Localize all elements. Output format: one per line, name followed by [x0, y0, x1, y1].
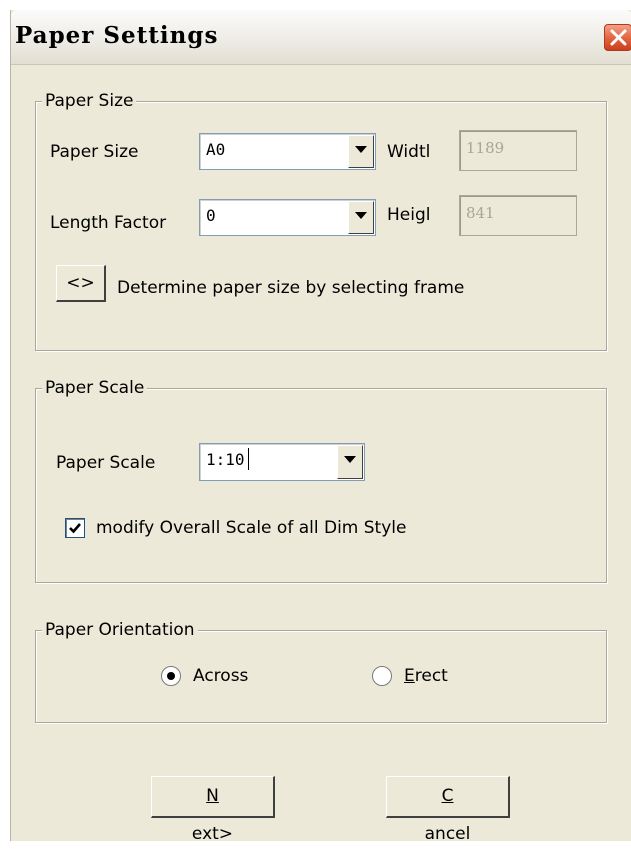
radio-across-label: Across — [193, 666, 249, 686]
select-frame-button[interactable]: <> — [56, 265, 106, 302]
paper-scale-label: Paper Scale — [56, 453, 156, 473]
radio-selected-dot — [167, 672, 175, 680]
paper-scale-dropdown-button[interactable] — [337, 445, 363, 479]
radio-erect-label: Erect — [404, 666, 448, 686]
checkmark-icon — [69, 523, 81, 534]
chevron-down-icon — [355, 212, 367, 219]
paper-size-dropdown-button[interactable] — [348, 135, 374, 168]
modify-overall-scale-label: modify Overall Scale of all Dim Style — [96, 518, 407, 538]
length-factor-value: 0 — [206, 206, 216, 225]
width-value: 1189 — [466, 139, 505, 157]
height-field: 841 — [459, 195, 577, 236]
modify-overall-scale-checkbox[interactable] — [65, 518, 85, 538]
cancel-button[interactable]: Cancel — [386, 776, 510, 844]
length-factor-label: Length Factor — [50, 213, 167, 233]
radio-across[interactable] — [161, 666, 181, 686]
next-button-label: Next> — [191, 786, 234, 844]
width-field: 1189 — [459, 130, 577, 171]
title-bar[interactable]: Paper Settings — [11, 10, 631, 65]
paper-size-combo[interactable]: A0 — [199, 133, 376, 170]
height-value: 841 — [466, 204, 495, 222]
close-button[interactable] — [604, 24, 631, 51]
radio-erect[interactable] — [372, 666, 392, 686]
paper-scale-combo[interactable]: 1:10 — [199, 443, 365, 481]
chevron-down-icon — [355, 146, 367, 153]
dialog-title: Paper Settings — [15, 22, 219, 49]
paper-orientation-legend: Paper Orientation — [42, 618, 198, 642]
paper-scale-group: Paper Scale — [35, 376, 607, 583]
paper-orientation-group: Paper Orientation — [35, 618, 607, 723]
length-factor-dropdown-button[interactable] — [348, 201, 374, 234]
select-frame-text: Determine paper size by selecting frame — [117, 278, 465, 298]
select-frame-button-label: <> — [66, 273, 95, 293]
close-icon — [610, 29, 627, 46]
next-button[interactable]: Next> — [151, 776, 275, 844]
height-label: Heigl — [387, 205, 431, 225]
text-caret — [248, 448, 249, 470]
paper-scale-legend: Paper Scale — [42, 376, 148, 400]
cancel-button-label: Cancel — [424, 786, 471, 844]
paper-size-value: A0 — [206, 140, 226, 159]
width-label: Widtl — [387, 142, 431, 162]
paper-size-legend: Paper Size — [42, 89, 137, 113]
chevron-down-icon — [344, 456, 356, 463]
paper-scale-value: 1:10 — [206, 450, 245, 469]
paper-size-label: Paper Size — [50, 142, 139, 162]
paper-settings-dialog: Paper Settings Paper Size Paper Size A0 … — [10, 10, 631, 844]
length-factor-combo[interactable]: 0 — [199, 199, 376, 236]
